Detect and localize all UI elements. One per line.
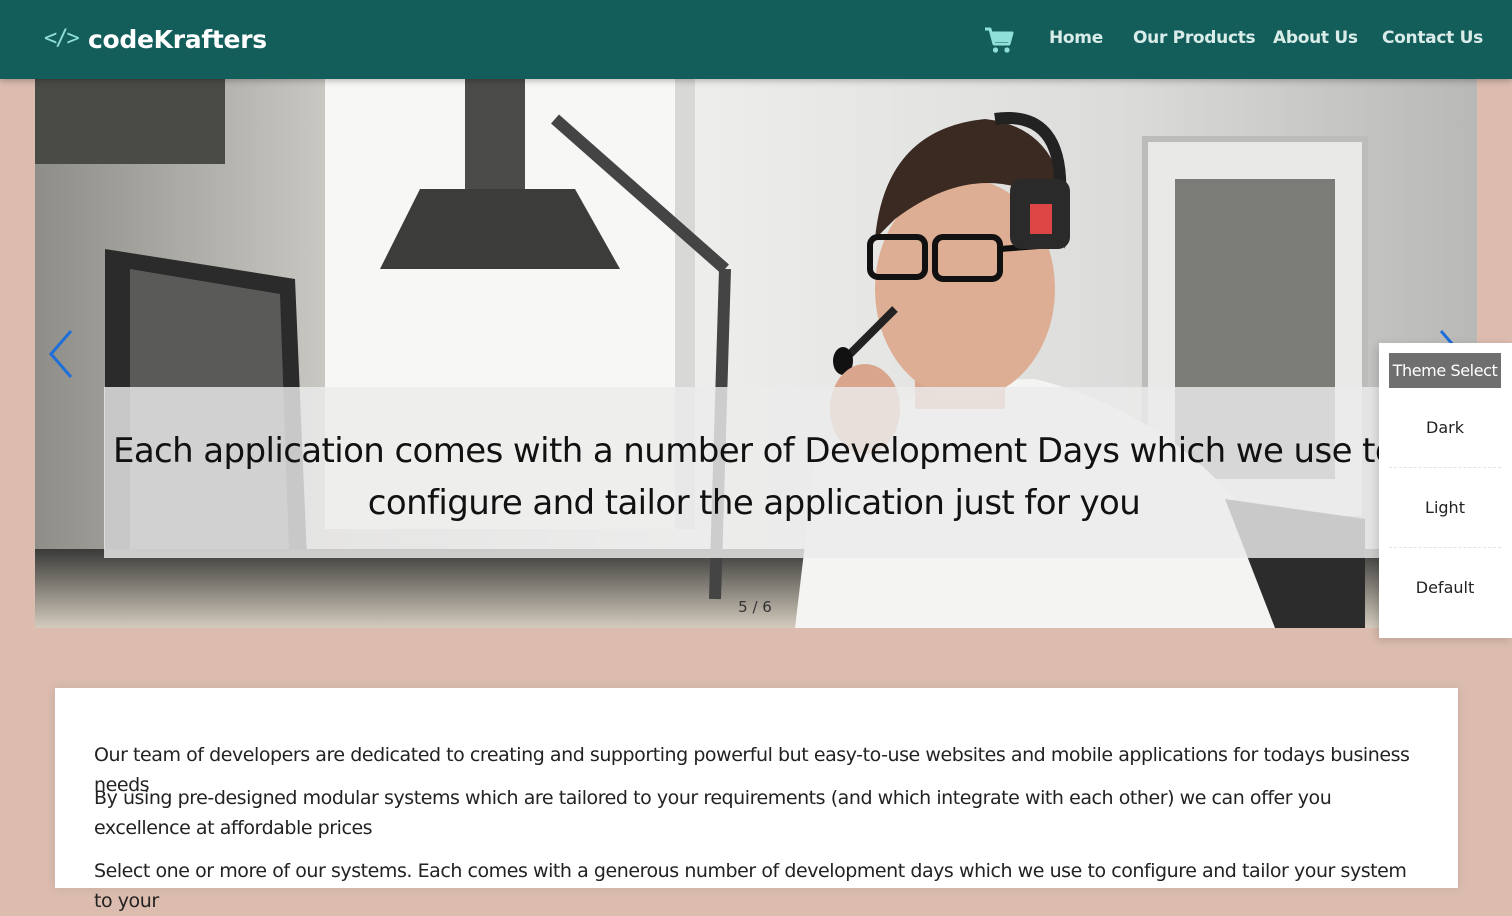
theme-option-default[interactable]: Default — [1389, 548, 1501, 628]
caption-line-1: Each application comes with a number of … — [112, 431, 1396, 471]
brand-link[interactable]: </> codeKrafters — [44, 22, 267, 56]
intro-paragraph-3: Select one or more of our systems. Each … — [94, 860, 1407, 912]
caption-line-2: configure and tailor the application jus… — [367, 483, 1141, 523]
slide-counter: 5 / 6 — [738, 598, 772, 616]
hero-carousel: Each application comes with a number of … — [35, 79, 1477, 628]
theme-option-light[interactable]: Light — [1389, 468, 1501, 548]
theme-option-dark[interactable]: Dark — [1389, 388, 1501, 468]
carousel-caption: Each application comes with a number of … — [104, 387, 1477, 558]
top-navbar: </> codeKrafters Home Our Products About… — [0, 0, 1512, 79]
intro-card: Our team of developers are dedicated to … — [55, 688, 1458, 912]
nav-contact-us[interactable]: Contact Us — [1382, 28, 1483, 48]
nav-home[interactable]: Home — [1049, 28, 1103, 48]
chevron-left-icon[interactable] — [47, 329, 77, 379]
nav-our-products[interactable]: Our Products — [1133, 28, 1256, 48]
theme-select-panel: Theme Select Dark Light Default — [1379, 343, 1512, 638]
intro-paragraph-2: By using pre-designed modular systems wh… — [94, 787, 1332, 839]
code-brackets-icon: </> — [44, 26, 80, 51]
nav-about-us[interactable]: About Us — [1273, 28, 1358, 48]
brand-name: codeKrafters — [88, 24, 267, 54]
shopping-cart-icon[interactable] — [984, 26, 1014, 54]
theme-select-title: Theme Select — [1389, 353, 1501, 388]
